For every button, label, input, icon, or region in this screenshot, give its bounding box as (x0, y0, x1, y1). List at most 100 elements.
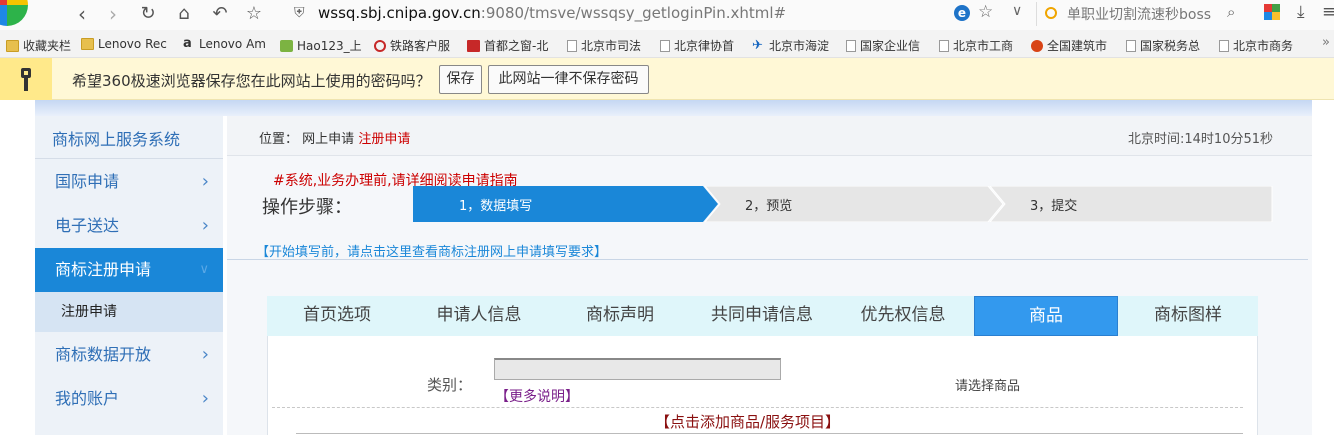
bookmark-label: 北京市海淀 (769, 39, 830, 53)
bookmark-item[interactable]: 收藏夹栏 (6, 37, 71, 54)
more-info-link[interactable]: 【更多说明】 (495, 386, 579, 406)
page-icon (567, 39, 577, 52)
bookmark-item[interactable]: ✈ 北京市海淀 (752, 37, 829, 54)
security-shield-icon: ⛨ (294, 5, 305, 21)
amazon-icon: a (183, 36, 192, 51)
breadcrumb-item[interactable]: 网上申请 (302, 132, 354, 147)
bookmark-item[interactable]: a Lenovo Am (183, 37, 266, 51)
search-icon[interactable]: ⌕ (1227, 3, 1235, 21)
header-strip (35, 100, 1312, 116)
bookmark-label: 北京市工商 (953, 39, 1014, 53)
bookmark-item[interactable]: 北京律协首 (660, 37, 734, 54)
bookmark-label: Lenovo Rec (98, 37, 167, 51)
menu-icon[interactable]: ≡ (1322, 2, 1334, 22)
apps-grid-icon[interactable] (1264, 4, 1280, 20)
bookmark-item[interactable]: 全国建筑市 (1031, 37, 1107, 54)
breadcrumb: 位置： 网上申请 注册申请 (259, 128, 410, 147)
browser-logo-icon (0, 0, 28, 26)
forward-icon[interactable]: › (101, 2, 125, 26)
sidebar-item-my-account[interactable]: 我的账户 › (35, 377, 223, 421)
bookmark-label: 北京市商务 (1233, 39, 1294, 53)
breadcrumb-prefix: 位置： (259, 132, 299, 147)
form-dashed-divider (272, 407, 1243, 408)
sidebar-divider (35, 158, 223, 159)
sidebar-item-data-open[interactable]: 商标数据开放 › (35, 333, 223, 377)
sidebar-item-label: 国际申请 (55, 172, 120, 191)
steps-progress (413, 186, 1273, 222)
fill-requirements-link[interactable]: 【开始填写前，请点击这里查看商标注册网上申请填写要求】 (256, 241, 607, 260)
bookmarks-overflow-icon[interactable]: » (1322, 35, 1330, 50)
home-icon[interactable]: ⌂ (172, 2, 196, 26)
sidebar-title: 商标网上服务系统 (52, 130, 181, 149)
category-input[interactable] (494, 358, 781, 380)
sidebar-item-trademark-registration[interactable]: 商标注册申请 ∨ (35, 248, 223, 292)
url-path: :9080/tmsve/wssqsy_getloginPin.xhtml# (480, 4, 787, 22)
category-label: 类别： (427, 376, 473, 394)
bookmark-item[interactable]: 北京市司法 (567, 37, 641, 54)
folder-icon (6, 39, 19, 52)
tab-trademark-image[interactable]: 商标图样 (1118, 296, 1258, 336)
railway-icon (374, 39, 386, 52)
bookmark-item[interactable]: 铁路客户服 (374, 37, 450, 54)
dropdown-chevron-icon[interactable]: ∨ (1012, 3, 1022, 19)
refresh-icon[interactable]: ↻ (136, 2, 160, 26)
sidebar-item-international[interactable]: 国际申请 › (35, 160, 223, 204)
bookmark-label: Lenovo Am (199, 37, 266, 51)
bookmark-item[interactable]: Hao123_上 (280, 37, 362, 54)
bookmark-item[interactable]: Lenovo Rec (81, 37, 167, 51)
url-host: wssq.sbj.cnipa.gov.cn (318, 4, 481, 22)
sidebar-item-label: 商标数据开放 (55, 345, 152, 364)
tab-trademark-statement[interactable]: 商标声明 (550, 296, 690, 336)
steps-label: 操作步骤： (262, 197, 352, 218)
page-icon (939, 39, 949, 52)
chevron-right-icon: › (201, 171, 209, 192)
bookmark-label: 国家税务总 (1140, 39, 1201, 53)
chevron-right-icon: › (201, 388, 209, 409)
search-query: 单职业切割流速秒boss (1067, 7, 1212, 23)
section-divider (227, 259, 1308, 260)
step-2-label: 2，预览 (745, 199, 793, 214)
bookmark-label: 全国建筑市 (1047, 39, 1108, 53)
bookmark-label: Hao123_上 (297, 39, 362, 53)
sidebar-item-label: 我的账户 (55, 389, 120, 408)
favorite-star-icon[interactable]: ☆ (242, 2, 266, 26)
tab-applicant-info[interactable]: 申请人信息 (409, 296, 549, 336)
emblem-icon (1031, 39, 1043, 52)
breadcrumb-current: 注册申请 (358, 132, 411, 147)
tab-home-options[interactable]: 首页选项 (267, 296, 407, 336)
search-box[interactable]: 单职业切割流速秒boss ⌕ (1036, 2, 1248, 26)
bookmark-label: 铁路客户服 (390, 39, 451, 53)
page-icon (660, 39, 670, 52)
bookmark-item[interactable]: 国家企业信 (846, 37, 920, 54)
save-password-button[interactable]: 保存 (439, 65, 482, 94)
add-goods-link[interactable]: 【点击添加商品/服务项目】 (655, 411, 840, 432)
step-1-label: 1，数据填写 (459, 199, 533, 214)
capital-window-icon (467, 39, 480, 52)
tab-joint-application[interactable]: 共同申请信息 (692, 296, 832, 336)
password-save-message: 希望360极速浏览器保存您在此网站上使用的密码吗？ (72, 72, 431, 90)
bookmark-item[interactable]: 北京市工商 (939, 37, 1013, 54)
bookmark-item[interactable]: 首都之窗-北 (467, 37, 548, 54)
step-3-label: 3，提交 (1030, 199, 1078, 214)
chevron-right-icon: › (201, 344, 209, 365)
tab-priority-info[interactable]: 优先权信息 (833, 296, 973, 336)
bookmark-label: 国家企业信 (860, 39, 921, 53)
browser-toolbar: ‹ › ↻ ⌂ ↶ ☆ ⛨ wssq.sbj.cnipa.gov.cn:9080… (0, 0, 1334, 30)
bookmark-item[interactable]: 北京市商务 (1219, 37, 1293, 54)
bookmark-item[interactable]: 国家税务总 (1126, 37, 1200, 54)
ie-mode-icon[interactable]: e (954, 5, 970, 21)
download-icon[interactable]: ⤓ (1297, 2, 1305, 22)
undo-icon[interactable]: ↶ (208, 2, 232, 26)
url-text[interactable]: wssq.sbj.cnipa.gov.cn:9080/tmsve/wssqsy_… (318, 4, 786, 22)
chevron-down-icon: ∨ (199, 262, 209, 277)
page-icon (1219, 39, 1229, 52)
beijing-time: 北京时间:14时10分51秒 (1128, 132, 1274, 147)
hao123-icon (280, 39, 293, 52)
sidebar-item-electronic-delivery[interactable]: 电子送达 › (35, 204, 223, 248)
back-icon[interactable]: ‹ (70, 2, 94, 26)
never-save-password-button[interactable]: 此网站一律不保存密码 (488, 65, 649, 94)
search-engine-icon (1045, 7, 1057, 19)
bookmark-star-icon[interactable]: ☆ (978, 2, 993, 22)
tab-goods[interactable]: 商品 (974, 296, 1118, 336)
sidebar-subitem-registration-apply[interactable]: 注册申请 (35, 292, 223, 332)
